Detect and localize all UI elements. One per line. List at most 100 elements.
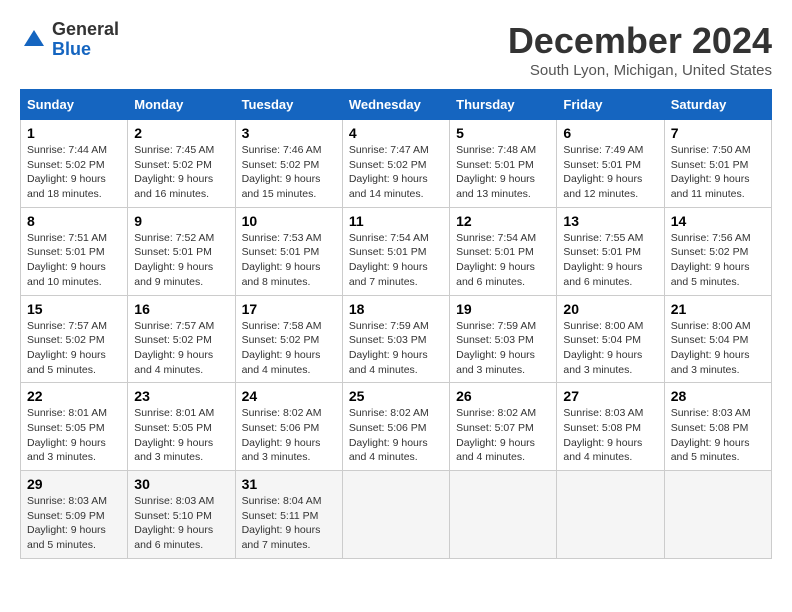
calendar-cell: 27 Sunrise: 8:03 AMSunset: 5:08 PMDayligh…: [557, 383, 664, 471]
logo-icon: [20, 26, 48, 54]
calendar-cell: 17 Sunrise: 7:58 AMSunset: 5:02 PMDayligh…: [235, 295, 342, 383]
cell-info: Sunrise: 7:59 AMSunset: 5:03 PMDaylight:…: [456, 320, 536, 376]
cell-info: Sunrise: 7:44 AMSunset: 5:02 PMDaylight:…: [27, 144, 107, 200]
day-number: 13: [563, 213, 657, 229]
month-title: December 2024: [508, 20, 772, 62]
calendar-cell: 20 Sunrise: 8:00 AMSunset: 5:04 PMDayligh…: [557, 295, 664, 383]
day-number: 29: [27, 476, 121, 492]
day-number: 21: [671, 301, 765, 317]
day-number: 22: [27, 388, 121, 404]
day-number: 19: [456, 301, 550, 317]
calendar-cell: 16Sunrise: 7:57 AMSunset: 5:02 PMDayligh…: [128, 295, 235, 383]
calendar-cell: 6Sunrise: 7:49 AMSunset: 5:01 PMDaylight…: [557, 120, 664, 208]
weekday-header: Monday: [128, 90, 235, 120]
day-number: 8: [27, 213, 121, 229]
day-number: 24: [242, 388, 336, 404]
day-number: 14: [671, 213, 765, 229]
cell-info: Sunrise: 7:47 AMSunset: 5:02 PMDaylight:…: [349, 144, 429, 200]
weekday-header: Saturday: [664, 90, 771, 120]
calendar-cell: 3 Sunrise: 7:46 AMSunset: 5:02 PMDaylight…: [235, 120, 342, 208]
day-number: 30: [134, 476, 228, 492]
calendar-cell: 18 Sunrise: 7:59 AMSunset: 5:03 PMDayligh…: [342, 295, 449, 383]
cell-info: Sunrise: 7:51 AMSunset: 5:01 PMDaylight:…: [27, 232, 107, 288]
calendar-week-row: 8 Sunrise: 7:51 AMSunset: 5:01 PMDaylight…: [21, 207, 772, 295]
calendar-cell: 4 Sunrise: 7:47 AMSunset: 5:02 PMDaylight…: [342, 120, 449, 208]
location: South Lyon, Michigan, United States: [508, 62, 772, 79]
cell-info: Sunrise: 7:56 AMSunset: 5:02 PMDaylight:…: [671, 232, 751, 288]
calendar-cell: 15 Sunrise: 7:57 AMSunset: 5:02 PMDayligh…: [21, 295, 128, 383]
cell-info: Sunrise: 8:02 AMSunset: 5:06 PMDaylight:…: [242, 407, 322, 463]
cell-info: Sunrise: 8:03 AMSunset: 5:10 PMDaylight:…: [134, 495, 214, 551]
calendar-cell: 9 Sunrise: 7:52 AMSunset: 5:01 PMDaylight…: [128, 207, 235, 295]
day-number: 18: [349, 301, 443, 317]
calendar-cell: 23 Sunrise: 8:01 AMSunset: 5:05 PMDayligh…: [128, 383, 235, 471]
day-number: 3: [242, 125, 336, 141]
weekday-header: Thursday: [450, 90, 557, 120]
day-number: 15: [27, 301, 121, 317]
calendar-week-row: 22 Sunrise: 8:01 AMSunset: 5:05 PMDayligh…: [21, 383, 772, 471]
day-number: 9: [134, 213, 228, 229]
cell-info: Sunrise: 7:53 AMSunset: 5:01 PMDaylight:…: [242, 232, 322, 288]
day-number: 7: [671, 125, 765, 141]
calendar-cell: 14 Sunrise: 7:56 AMSunset: 5:02 PMDayligh…: [664, 207, 771, 295]
day-number: 11: [349, 213, 443, 229]
cell-info: Sunrise: 7:54 AMSunset: 5:01 PMDaylight:…: [456, 232, 536, 288]
calendar-cell: 8 Sunrise: 7:51 AMSunset: 5:01 PMDaylight…: [21, 207, 128, 295]
cell-info: Sunrise: 7:52 AMSunset: 5:01 PMDaylight:…: [134, 232, 214, 288]
calendar-cell: 22 Sunrise: 8:01 AMSunset: 5:05 PMDayligh…: [21, 383, 128, 471]
day-number: 1: [27, 125, 121, 141]
calendar-cell: 10Sunrise: 7:53 AMSunset: 5:01 PMDayligh…: [235, 207, 342, 295]
calendar-cell: 29 Sunrise: 8:03 AMSunset: 5:09 PMDayligh…: [21, 471, 128, 559]
day-number: 23: [134, 388, 228, 404]
cell-info: Sunrise: 7:57 AMSunset: 5:02 PMDaylight:…: [27, 320, 107, 376]
cell-info: Sunrise: 7:46 AMSunset: 5:02 PMDaylight:…: [242, 144, 322, 200]
calendar-cell: 30 Sunrise: 8:03 AMSunset: 5:10 PMDayligh…: [128, 471, 235, 559]
cell-info: Sunrise: 7:50 AMSunset: 5:01 PMDaylight:…: [671, 144, 751, 200]
calendar-cell: 5 Sunrise: 7:48 AMSunset: 5:01 PMDaylight…: [450, 120, 557, 208]
cell-info: Sunrise: 7:59 AMSunset: 5:03 PMDaylight:…: [349, 320, 429, 376]
cell-info: Sunrise: 7:45 AMSunset: 5:02 PMDaylight:…: [134, 144, 214, 200]
day-number: 4: [349, 125, 443, 141]
calendar-cell: 21 Sunrise: 8:00 AMSunset: 5:04 PMDayligh…: [664, 295, 771, 383]
calendar-cell: 26Sunrise: 8:02 AMSunset: 5:07 PMDayligh…: [450, 383, 557, 471]
cell-info: Sunrise: 8:03 AMSunset: 5:08 PMDaylight:…: [563, 407, 643, 463]
cell-info: Sunrise: 8:02 AMSunset: 5:07 PMDaylight:…: [456, 407, 536, 463]
cell-info: Sunrise: 7:48 AMSunset: 5:01 PMDaylight:…: [456, 144, 536, 200]
calendar-week-row: 29 Sunrise: 8:03 AMSunset: 5:09 PMDayligh…: [21, 471, 772, 559]
calendar: SundayMondayTuesdayWednesdayThursdayFrid…: [20, 89, 772, 559]
day-number: 17: [242, 301, 336, 317]
weekday-header: Friday: [557, 90, 664, 120]
cell-info: Sunrise: 8:02 AMSunset: 5:06 PMDaylight:…: [349, 407, 429, 463]
calendar-cell: 12Sunrise: 7:54 AMSunset: 5:01 PMDayligh…: [450, 207, 557, 295]
calendar-cell: [557, 471, 664, 559]
calendar-week-row: 1 Sunrise: 7:44 AMSunset: 5:02 PMDaylight…: [21, 120, 772, 208]
cell-info: Sunrise: 8:00 AMSunset: 5:04 PMDaylight:…: [563, 320, 643, 376]
page-header: General Blue December 2024 South Lyon, M…: [20, 20, 772, 79]
cell-info: Sunrise: 7:58 AMSunset: 5:02 PMDaylight:…: [242, 320, 322, 376]
calendar-cell: [450, 471, 557, 559]
weekday-header: Sunday: [21, 90, 128, 120]
calendar-cell: 11 Sunrise: 7:54 AMSunset: 5:01 PMDayligh…: [342, 207, 449, 295]
calendar-cell: 19 Sunrise: 7:59 AMSunset: 5:03 PMDayligh…: [450, 295, 557, 383]
calendar-cell: 25 Sunrise: 8:02 AMSunset: 5:06 PMDayligh…: [342, 383, 449, 471]
cell-info: Sunrise: 8:03 AMSunset: 5:09 PMDaylight:…: [27, 495, 107, 551]
cell-info: Sunrise: 7:55 AMSunset: 5:01 PMDaylight:…: [563, 232, 643, 288]
day-number: 27: [563, 388, 657, 404]
day-number: 31: [242, 476, 336, 492]
logo-text: General Blue: [52, 20, 119, 60]
calendar-cell: [342, 471, 449, 559]
cell-info: Sunrise: 8:01 AMSunset: 5:05 PMDaylight:…: [134, 407, 214, 463]
day-number: 28: [671, 388, 765, 404]
cell-info: Sunrise: 7:54 AMSunset: 5:01 PMDaylight:…: [349, 232, 429, 288]
cell-info: Sunrise: 7:57 AMSunset: 5:02 PMDaylight:…: [134, 320, 214, 376]
day-number: 25: [349, 388, 443, 404]
calendar-cell: 1 Sunrise: 7:44 AMSunset: 5:02 PMDaylight…: [21, 120, 128, 208]
day-number: 5: [456, 125, 550, 141]
calendar-cell: 2Sunrise: 7:45 AMSunset: 5:02 PMDaylight…: [128, 120, 235, 208]
day-number: 20: [563, 301, 657, 317]
weekday-header: Wednesday: [342, 90, 449, 120]
calendar-cell: [664, 471, 771, 559]
cell-info: Sunrise: 8:00 AMSunset: 5:04 PMDaylight:…: [671, 320, 751, 376]
cell-info: Sunrise: 8:04 AMSunset: 5:11 PMDaylight:…: [242, 495, 322, 551]
cell-info: Sunrise: 8:01 AMSunset: 5:05 PMDaylight:…: [27, 407, 107, 463]
